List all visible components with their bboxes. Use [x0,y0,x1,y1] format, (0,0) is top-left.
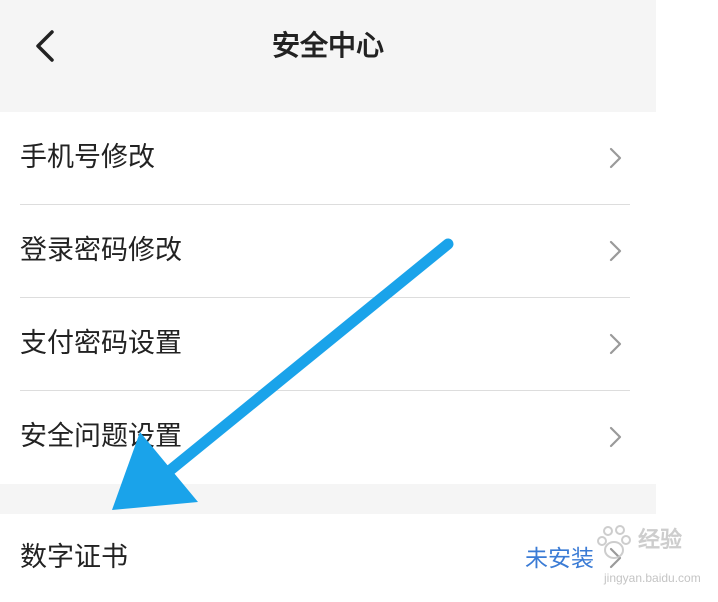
menu-item-label: 登录密码修改 [20,235,182,266]
top-bar: 安全中心 [0,0,656,112]
security-center-screen: 安全中心 手机号修改 登录密码修改 支付密码设置 安全问题设置 数字证书 未安装 [0,0,656,602]
certificate-section: 数字证书 未安装 [0,514,656,602]
security-settings-list: 手机号修改 登录密码修改 支付密码设置 安全问题设置 [0,112,656,484]
right-margin [656,0,718,602]
chevron-right-icon [609,147,622,169]
menu-item-security-question[interactable]: 安全问题设置 [0,391,656,484]
menu-item-login-password[interactable]: 登录密码修改 [0,205,656,298]
menu-item-label: 安全问题设置 [20,421,182,452]
chevron-right-icon [609,240,622,262]
menu-item-digital-certificate[interactable]: 数字证书 未安装 [0,514,656,602]
certificate-status: 未安装 [525,546,594,572]
page-title: 安全中心 [271,29,384,62]
chevron-right-icon [609,547,622,569]
menu-item-label: 手机号修改 [20,142,155,173]
menu-item-label: 支付密码设置 [20,328,182,359]
menu-item-phone-change[interactable]: 手机号修改 [0,112,656,205]
chevron-right-icon [609,333,622,355]
chevron-right-icon [609,426,622,448]
menu-item-label: 数字证书 [20,542,128,573]
menu-item-payment-password[interactable]: 支付密码设置 [0,298,656,391]
